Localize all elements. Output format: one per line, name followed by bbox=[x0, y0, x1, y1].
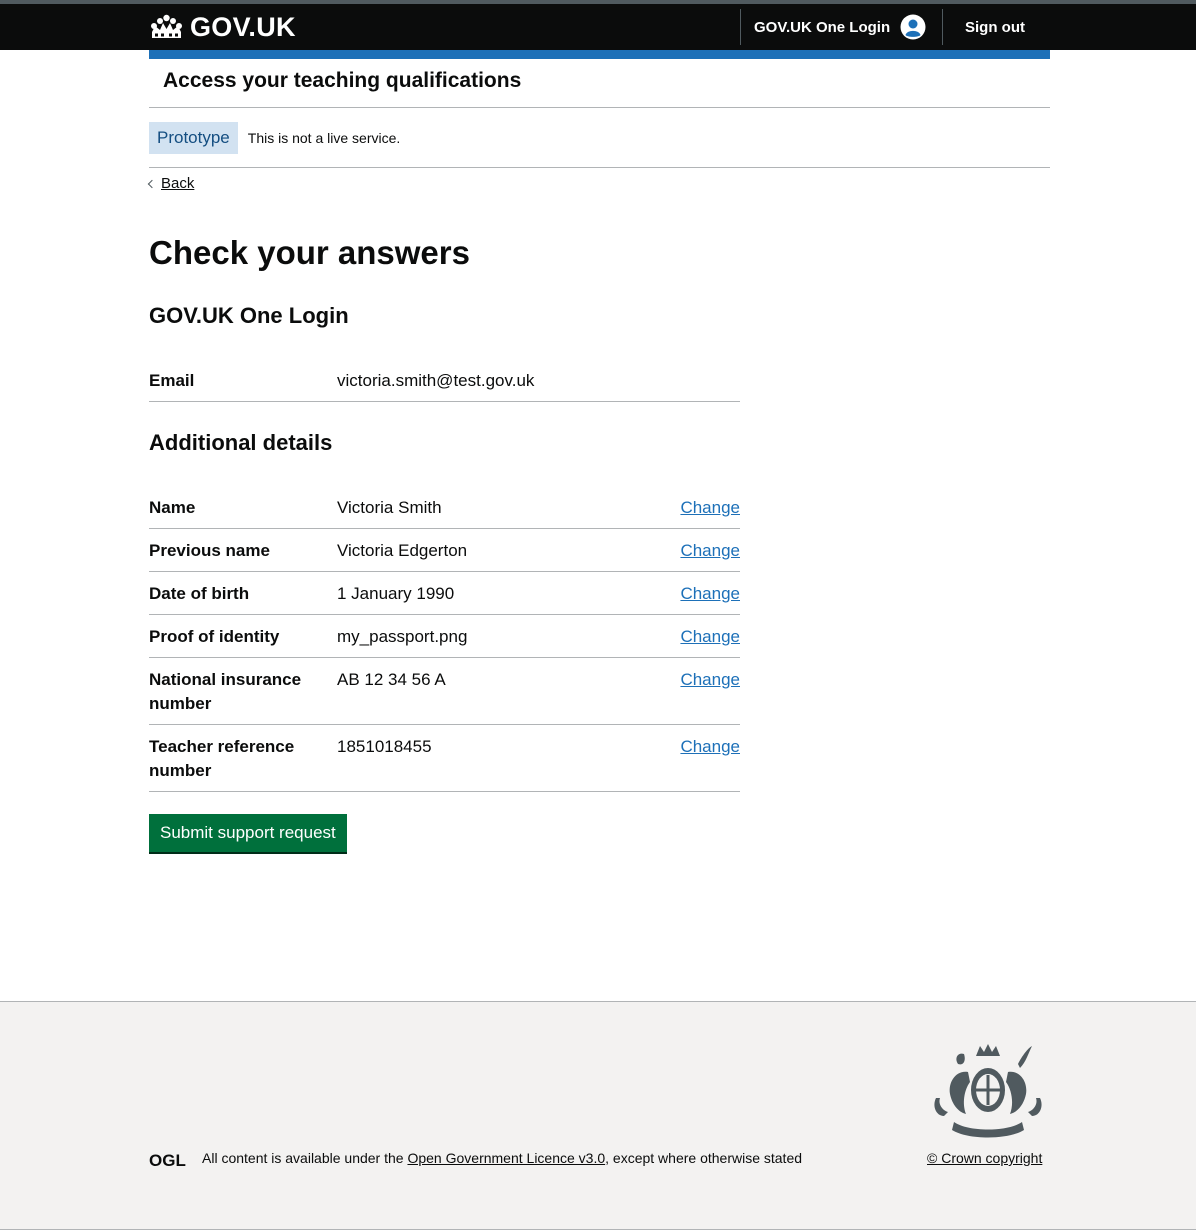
row-key: Teacher reference number bbox=[149, 737, 295, 780]
licence-suffix: , except where otherwise stated bbox=[605, 1150, 803, 1166]
row-value: victoria.smith@test.gov.uk bbox=[337, 371, 535, 390]
phase-tag: Prototype bbox=[149, 121, 238, 154]
summary-row-name: Name Victoria Smith Change bbox=[149, 486, 740, 529]
govuk-home-link[interactable]: GOV.UK bbox=[149, 12, 296, 43]
ogl-logo-text: OGL bbox=[149, 1152, 186, 1168]
row-value: 1851018455 bbox=[337, 737, 432, 756]
summary-list-one-login: Email victoria.smith@test.gov.uk bbox=[149, 359, 740, 402]
back-link-label: Back bbox=[161, 175, 195, 192]
licence-text: All content is available under the Open … bbox=[202, 1150, 802, 1166]
crown-copyright-link[interactable]: © Crown copyright bbox=[927, 1150, 1042, 1166]
govuk-header: GOV.UK GOV.UK One Login Sign out bbox=[0, 0, 1196, 50]
row-value: my_passport.png bbox=[337, 627, 468, 646]
change-name-link[interactable]: Change bbox=[680, 498, 740, 517]
summary-list-additional: Name Victoria Smith Change Previous name… bbox=[149, 486, 740, 792]
change-national-insurance-link[interactable]: Change bbox=[680, 670, 740, 689]
govuk-logotype: GOV.UK bbox=[190, 12, 296, 42]
crown-icon bbox=[151, 14, 182, 38]
change-date-of-birth-link[interactable]: Change bbox=[680, 584, 740, 603]
row-value: AB 12 34 56 A bbox=[337, 670, 446, 689]
user-icon bbox=[900, 14, 926, 40]
change-proof-of-identity-link[interactable]: Change bbox=[680, 627, 740, 646]
summary-row-proof-of-identity: Proof of identity my_passport.png Change bbox=[149, 615, 740, 658]
summary-row-date-of-birth: Date of birth 1 January 1990 Change bbox=[149, 572, 740, 615]
section-heading-one-login: GOV.UK One Login bbox=[149, 303, 349, 328]
change-previous-name-link[interactable]: Change bbox=[680, 541, 740, 560]
summary-row-email: Email victoria.smith@test.gov.uk bbox=[149, 359, 740, 402]
row-key: Name bbox=[149, 498, 196, 517]
submit-support-request-button[interactable]: Submit support request bbox=[149, 814, 347, 852]
back-link[interactable]: Back bbox=[147, 175, 195, 192]
govuk-footer: OGL All content is available under the O… bbox=[0, 1001, 1196, 1230]
row-key: Date of birth bbox=[149, 584, 250, 603]
service-name[interactable]: Access your teaching qualifications bbox=[149, 59, 1050, 108]
row-value: Victoria Edgerton bbox=[337, 541, 468, 560]
change-teacher-reference-link[interactable]: Change bbox=[680, 737, 740, 756]
row-key: Proof of identity bbox=[149, 627, 280, 646]
one-login-link[interactable]: GOV.UK One Login bbox=[754, 10, 926, 44]
section-heading-additional: Additional details bbox=[149, 430, 333, 455]
row-value: Victoria Smith bbox=[337, 498, 442, 517]
header-divider bbox=[740, 9, 741, 45]
licence-prefix: All content is available under the bbox=[202, 1150, 408, 1166]
header-accent-bar bbox=[149, 50, 1050, 59]
royal-coat-of-arms-icon bbox=[934, 1044, 1042, 1138]
ogl-logo-icon: OGL bbox=[149, 1152, 186, 1168]
summary-row-national-insurance: National insurance number AB 12 34 56 A … bbox=[149, 658, 740, 725]
row-key: Email bbox=[149, 371, 195, 390]
row-value: 1 January 1990 bbox=[337, 584, 455, 603]
summary-row-teacher-reference: Teacher reference number 1851018455 Chan… bbox=[149, 725, 740, 792]
chevron-left-icon bbox=[147, 179, 157, 189]
row-key: National insurance number bbox=[149, 670, 302, 713]
page-title: Check your answers bbox=[149, 234, 470, 271]
sign-out-link[interactable]: Sign out bbox=[965, 10, 1025, 44]
row-key: Previous name bbox=[149, 541, 270, 560]
phase-banner: Prototype This is not a live service. bbox=[149, 108, 1050, 168]
summary-row-previous-name: Previous name Victoria Edgerton Change bbox=[149, 529, 740, 572]
one-login-label: GOV.UK One Login bbox=[754, 18, 891, 36]
phase-banner-text: This is not a live service. bbox=[247, 129, 401, 146]
header-divider bbox=[942, 9, 943, 45]
open-government-licence-link[interactable]: Open Government Licence v3.0 bbox=[407, 1150, 605, 1166]
